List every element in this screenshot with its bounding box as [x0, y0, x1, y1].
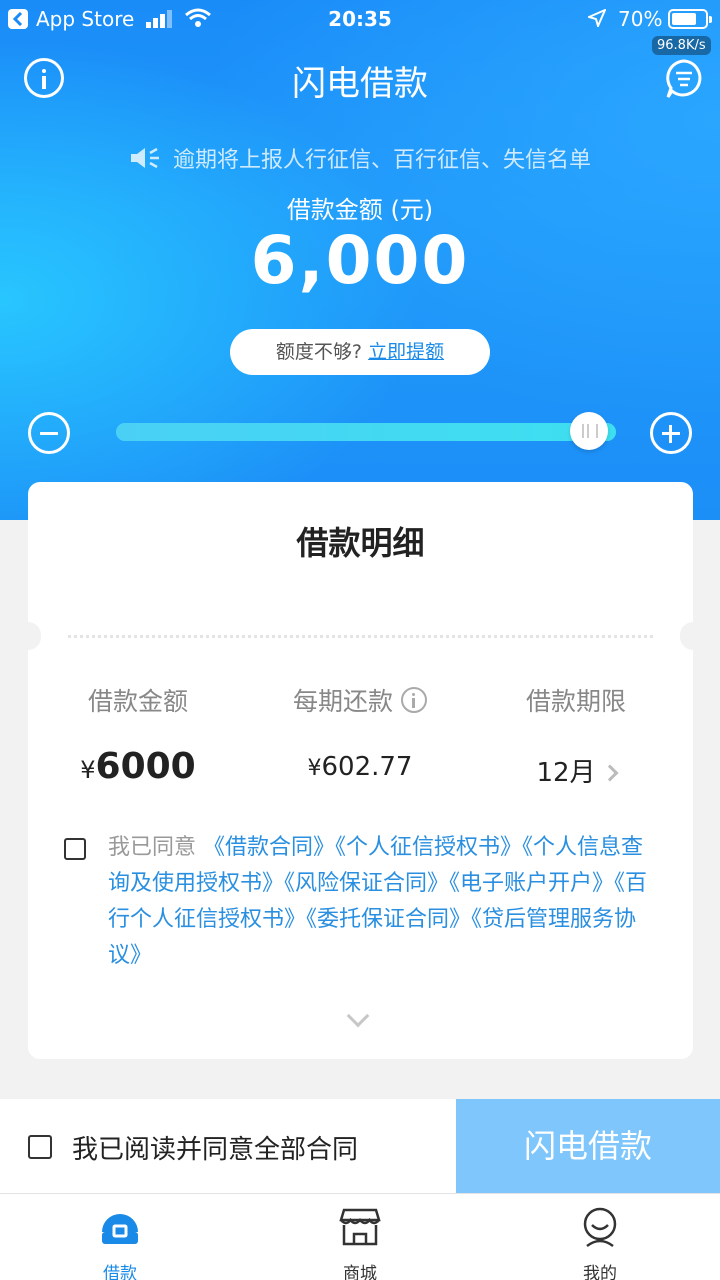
col-label: 借款金额 — [87, 687, 188, 716]
amount-label: 借款金额 (元) — [286, 196, 434, 224]
installment-label: 每期还款 — [292, 687, 393, 716]
net-speed-badge: 96.8K/s — [652, 36, 711, 55]
col-label: 每期还款 — [250, 682, 470, 718]
location-arrow-icon — [588, 9, 606, 27]
col-value: ¥602.77 — [250, 752, 470, 782]
doc-link[interactable]: 《个人征信授权书》 — [335, 835, 522, 860]
submit-loan-button[interactable]: 闪电借款 — [456, 1099, 720, 1193]
term-value: 12月 — [536, 758, 596, 788]
raise-limit-link[interactable]: 立即提额 — [368, 341, 444, 363]
tab-store[interactable]: 商城 — [300, 1206, 420, 1280]
profile-icon — [583, 1207, 617, 1248]
decrease-amount-button[interactable] — [28, 412, 70, 454]
doc-link[interactable]: 《风险保证合同》 — [284, 871, 449, 896]
store-icon — [339, 1208, 381, 1246]
installment-value: 602.77 — [321, 752, 413, 782]
tab-bar: 借款 商城 我的 — [0, 1193, 720, 1280]
loan-icon — [102, 1214, 138, 1244]
page-title: 闪电借款 — [292, 64, 428, 104]
divider — [68, 635, 653, 638]
col-installment: 每期还款 ¥602.77 — [250, 682, 470, 782]
message-icon[interactable] — [664, 58, 704, 100]
action-bar: 我已阅读并同意全部合同 闪电借款 — [0, 1099, 720, 1193]
card-title: 借款明细 — [296, 524, 425, 562]
col-term[interactable]: 借款期限 12月 — [466, 682, 686, 789]
overdue-notice: 逾期将上报人行征信、百行征信、失信名单 — [0, 142, 720, 174]
amount-slider[interactable] — [116, 423, 616, 441]
battery-icon — [668, 9, 712, 29]
tab-label: 商城 — [343, 1264, 377, 1280]
ticket-notch-right — [680, 622, 706, 650]
clock: 20:35 — [328, 7, 392, 31]
col-label: 借款期限 — [525, 687, 626, 716]
tab-loan[interactable]: 借款 — [60, 1206, 180, 1280]
doc-link[interactable]: 《委托保证合同》 — [306, 907, 471, 932]
currency-symbol: ¥ — [307, 756, 322, 781]
loan-amount-value: 6000 — [95, 746, 196, 787]
tab-label: 借款 — [103, 1264, 137, 1280]
battery-percent: 70% — [618, 7, 663, 31]
slider-fill — [116, 423, 616, 441]
raise-prefix: 额度不够? — [275, 341, 363, 363]
raise-limit-button[interactable]: 额度不够? 立即提额 — [230, 329, 490, 375]
term-selector[interactable]: 12月 — [466, 752, 686, 789]
status-bar: App Store 20:35 70% — [0, 0, 720, 40]
col-loan-amount: 借款金额 ¥6000 — [28, 682, 248, 787]
agree-all-checkbox[interactable] — [28, 1135, 52, 1159]
contract-agreement: 我已同意 《借款合同》《个人征信授权书》《个人信息查询及使用授权书》《风险保证合… — [64, 830, 654, 974]
increase-amount-button[interactable] — [650, 412, 692, 454]
loan-detail-card: 借款明细 借款金额 ¥6000 每期还款 ¥602.77 借款期限 12月 我已… — [15, 482, 706, 1059]
doc-link[interactable]: 《电子账户开户》 — [449, 871, 614, 896]
expand-chevron-icon[interactable] — [346, 1004, 370, 1028]
speaker-icon — [130, 147, 159, 169]
notice-text: 逾期将上报人行征信、百行征信、失信名单 — [172, 148, 591, 173]
chevron-right-icon — [601, 764, 619, 782]
tab-profile[interactable]: 我的 — [540, 1206, 660, 1280]
col-value: ¥6000 — [28, 746, 248, 787]
ticket-notch-left — [15, 622, 41, 650]
agree-checkbox[interactable] — [64, 838, 86, 860]
doc-link[interactable]: 《借款合同》 — [203, 835, 335, 860]
loan-amount: 6,000 — [250, 222, 470, 299]
agree-all-label[interactable]: 我已阅读并同意全部合同 — [72, 1129, 358, 1166]
currency-symbol: ¥ — [80, 756, 96, 784]
info-icon[interactable] — [401, 687, 427, 713]
agreement-text: 我已同意 《借款合同》《个人征信授权书》《个人信息查询及使用授权书》《风险保证合… — [108, 830, 654, 974]
slider-handle[interactable] — [570, 412, 608, 450]
agree-prefix: 我已同意 — [108, 835, 197, 860]
tab-label: 我的 — [583, 1264, 617, 1280]
